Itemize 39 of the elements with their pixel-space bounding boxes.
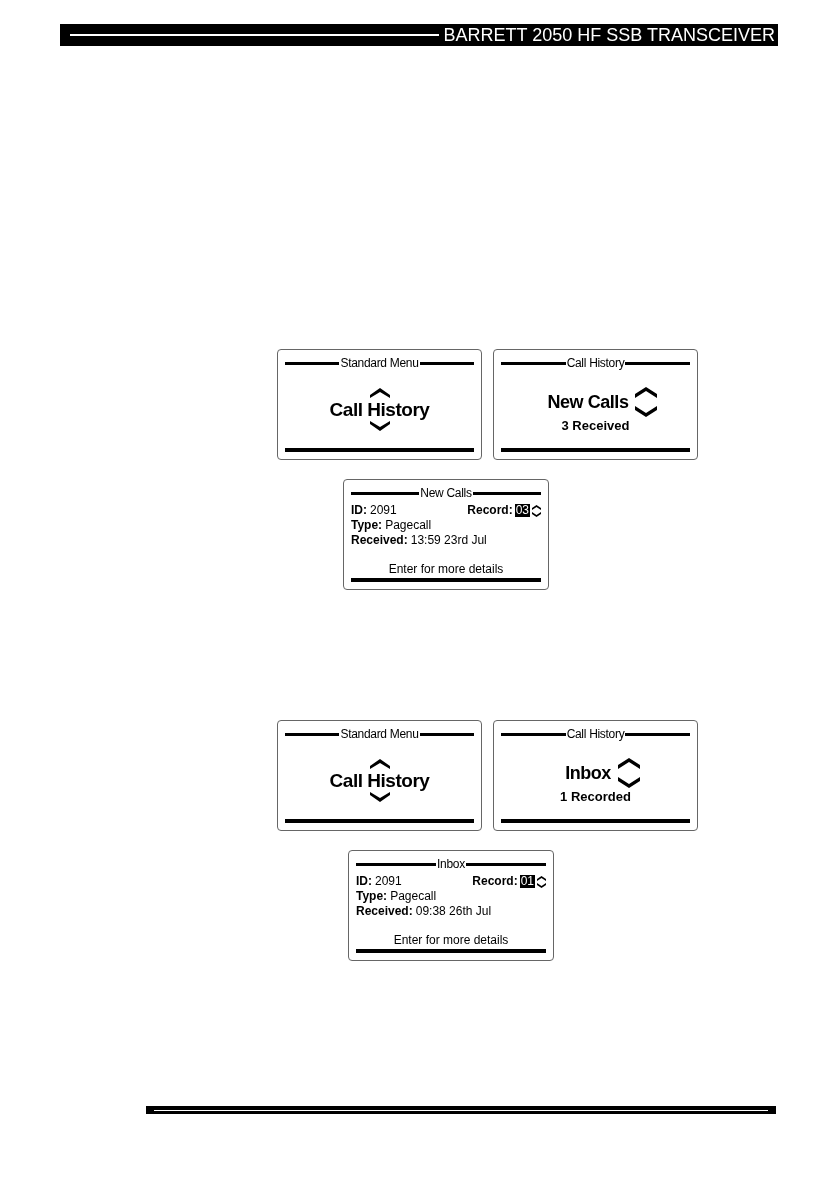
field-label: ID:: [351, 503, 367, 518]
screen-title: Call History: [566, 357, 625, 369]
field-label: Type:: [351, 518, 383, 533]
menu-option-text: Inbox: [565, 763, 611, 782]
screen-title: Inbox: [437, 858, 465, 870]
screen-title: Standard Menu: [340, 728, 419, 740]
menu-option-text: Call History: [329, 399, 430, 419]
hint-text: Enter for more details: [393, 933, 509, 948]
field-label: Received:: [356, 904, 413, 919]
call-count: 3 Received: [561, 418, 630, 432]
screen-title: New Calls: [420, 487, 472, 499]
record-number-field[interactable]: 01: [519, 875, 535, 888]
menu-option-text: New Calls: [547, 392, 629, 411]
record-number-field[interactable]: 03: [514, 504, 530, 517]
up-chevron-icon: [369, 758, 390, 769]
hint-text: Enter for more details: [388, 562, 504, 577]
call-count: 1 Recorded: [560, 789, 631, 803]
field-value: 09:38 26th Jul: [415, 904, 492, 919]
field-value: Pagecall: [390, 889, 437, 904]
field-label: Record:: [467, 503, 513, 518]
field-label: Received:: [351, 533, 408, 548]
down-chevron-icon: [369, 420, 390, 431]
up-chevron-icon: [369, 387, 390, 398]
field-value: 13:59 23rd Jul: [410, 533, 487, 548]
down-chevron-icon: [369, 791, 390, 802]
up-down-chevrons-icon: [635, 386, 658, 417]
up-down-chevrons-icon: [532, 504, 541, 517]
field-value: 2091: [375, 874, 402, 889]
screen-title: Call History: [566, 728, 625, 740]
field-value: Pagecall: [385, 518, 432, 533]
field-label: Type:: [356, 889, 388, 904]
header-title: BARRETT 2050 HF SSB TRANSCEIVER: [443, 26, 775, 44]
up-down-chevrons-icon: [537, 875, 546, 888]
field-label: Record:: [472, 874, 518, 889]
screen-title: Standard Menu: [340, 357, 419, 369]
field-label: ID:: [356, 874, 372, 889]
field-value: 2091: [370, 503, 397, 518]
up-down-chevrons-icon: [617, 757, 640, 788]
menu-option-text: Call History: [329, 770, 430, 790]
